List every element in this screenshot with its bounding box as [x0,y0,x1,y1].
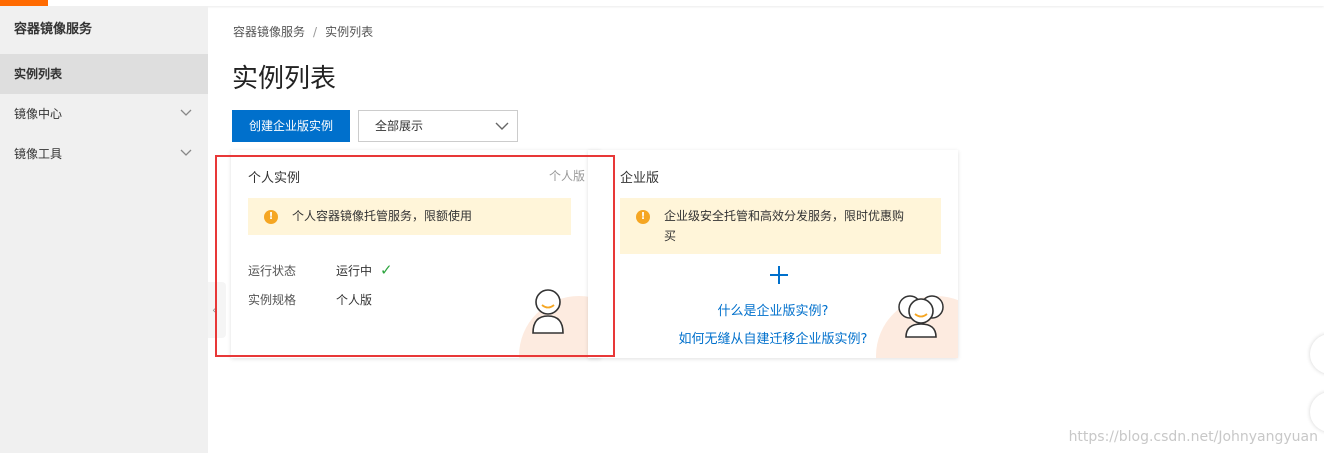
notice-banner: ! 企业级安全托管和高效分发服务，限时优惠购买 [620,198,941,254]
sidebar-item-image-tools[interactable]: 镜像工具 [0,134,208,174]
card-title: 企业版 [620,171,660,186]
select-value: 全部展示 [375,119,424,133]
chevron-down-icon [495,122,509,130]
avatar-group-icon [898,295,944,338]
breadcrumb-separator: / [313,25,318,39]
sidebar-item-label: 镜像工具 [14,147,63,161]
breadcrumb-item-service[interactable]: 容器镜像服务 [233,25,305,39]
sidebar-item-label: 实例列表 [14,67,63,81]
create-enterprise-instance-button[interactable]: 创建企业版实例 [232,110,350,142]
chevron-down-icon [180,149,192,156]
notice-text: 企业级安全托管和高效分发服务，限时优惠购买 [664,209,905,243]
chevron-down-icon [180,109,192,116]
watermark: https://blog.csdn.net/Johnyangyuan [1068,429,1318,445]
breadcrumb-item-current: 实例列表 [325,25,374,39]
page-title: 实例列表 [232,64,337,94]
breadcrumb: 容器镜像服务 / 实例列表 [233,23,373,40]
floating-button[interactable] [1310,334,1324,374]
warning-icon: ! [636,210,650,224]
sidebar-item-image-center[interactable]: 镜像中心 [0,94,208,134]
highlight-annotation [215,155,615,357]
sidebar-item-label: 镜像中心 [14,107,63,121]
enterprise-instance-card[interactable]: 企业版 ! 企业级安全托管和高效分发服务，限时优惠购买 什么是企业版实例? 如何… [588,150,958,358]
plus-icon[interactable] [770,266,788,284]
sidebar-item-instance-list[interactable]: 实例列表 [0,54,208,94]
display-filter-select[interactable]: 全部展示 [358,110,518,142]
sidebar: 容器镜像服务 实例列表 镜像中心 镜像工具 [0,6,208,453]
floating-button[interactable] [1310,392,1324,432]
sidebar-title: 容器镜像服务 [14,22,93,37]
